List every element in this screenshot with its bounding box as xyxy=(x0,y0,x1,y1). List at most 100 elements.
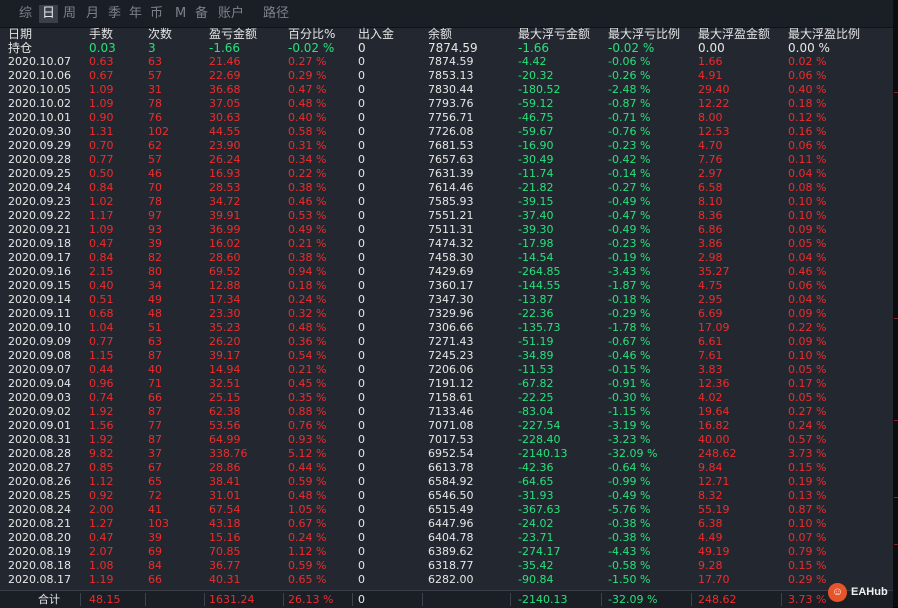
cell-balance: 6318.77 xyxy=(428,559,474,572)
table-row[interactable]: 2020.09.24 0.84 70 28.53 0.38 % 0 7614.46 -21.8… xyxy=(0,181,893,195)
table-row[interactable]: 2020.09.09 0.77 63 26.20 0.36 % 0 7271.43 -51.1… xyxy=(0,335,893,349)
cell-balance: 7874.59 xyxy=(428,55,474,68)
cell-pct: 0.27 % xyxy=(288,55,327,68)
table-row[interactable]: 2020.09.29 0.70 62 23.90 0.31 % 0 7681.53 -16.9… xyxy=(0,139,893,153)
table-row[interactable]: 2020.09.10 1.04 51 35.23 0.48 % 0 7306.66 -135.… xyxy=(0,321,893,335)
cell-inout: 0 xyxy=(358,447,365,460)
tab-9[interactable]: 账户 xyxy=(218,5,244,23)
cell-max-float-profit-pct: 0.17 % xyxy=(788,377,827,390)
cell-count: 31 xyxy=(148,83,162,96)
cell-max-float-loss: -227.54 xyxy=(518,419,561,432)
cell-pct: 0.48 % xyxy=(288,321,327,334)
position-row[interactable]: 持仓 0.03 3 -1.66 -0.02 % 0 7874.59 -1.66 -0.02 % 0… xyxy=(0,41,893,55)
total-lots: 48.15 xyxy=(89,593,121,606)
cell-max-float-loss: -31.93 xyxy=(518,489,554,502)
table-row[interactable]: 2020.09.11 0.68 48 23.30 0.32 % 0 7329.96 -22.3… xyxy=(0,307,893,321)
table-row[interactable]: 2020.08.20 0.47 39 15.16 0.24 % 0 6404.78 -23.7… xyxy=(0,531,893,545)
column-header-max-float-loss-pct[interactable]: 最大浮亏比例 xyxy=(608,28,680,41)
cell-date: 2020.08.28 xyxy=(8,447,71,460)
cell-max-float-loss-pct: -3.43 % xyxy=(608,265,651,278)
cell-inout: 0 xyxy=(358,573,365,586)
table-row[interactable]: 2020.08.26 1.12 65 38.41 0.59 % 0 6584.92 -64.6… xyxy=(0,475,893,489)
tab-4[interactable]: 季 xyxy=(108,5,121,23)
total-pnl: 1631.24 xyxy=(209,593,255,606)
table-row[interactable]: 2020.10.02 1.09 78 37.05 0.48 % 0 7793.76 -59.1… xyxy=(0,97,893,111)
column-header-date[interactable]: 日期 xyxy=(8,28,32,41)
tab-1[interactable]: 日 xyxy=(39,5,59,23)
cell-pct: 0.32 % xyxy=(288,307,327,320)
cell-date: 2020.09.09 xyxy=(8,335,71,348)
table-row[interactable]: 2020.09.17 0.84 82 28.60 0.38 % 0 7458.30 -14.5… xyxy=(0,251,893,265)
table-row[interactable]: 2020.08.17 1.19 66 40.31 0.65 % 0 6282.00 -90.8… xyxy=(0,573,893,587)
tab-10[interactable]: 路径 xyxy=(263,5,289,23)
table-row[interactable]: 2020.09.07 0.44 40 14.94 0.21 % 0 7206.06 -11.5… xyxy=(0,363,893,377)
cell-max-float-profit-pct: 0.05 % xyxy=(788,237,827,250)
column-header-pct[interactable]: 百分比% xyxy=(288,28,335,41)
cell-inout: 0 xyxy=(358,265,365,278)
tab-6[interactable]: 币 xyxy=(150,5,163,23)
table-row[interactable]: 2020.09.22 1.17 97 39.91 0.53 % 0 7551.21 -37.4… xyxy=(0,209,893,223)
column-header-max-float-loss[interactable]: 最大浮亏金额 xyxy=(518,28,590,41)
tab-5[interactable]: 年 xyxy=(129,5,142,23)
cell-pnl: 25.15 xyxy=(209,391,241,404)
table-row[interactable]: 2020.09.15 0.40 34 12.88 0.18 % 0 7360.17 -144.… xyxy=(0,279,893,293)
table-row[interactable]: 2020.09.16 2.15 80 69.52 0.94 % 0 7429.69 -264.… xyxy=(0,265,893,279)
cell-inout: 0 xyxy=(358,363,365,376)
cell-balance: 7614.46 xyxy=(428,181,474,194)
table-row[interactable]: 2020.09.18 0.47 39 16.02 0.21 % 0 7474.32 -17.9… xyxy=(0,237,893,251)
column-header-inout[interactable]: 出入金 xyxy=(358,28,394,41)
table-row[interactable]: 2020.09.14 0.51 49 17.34 0.24 % 0 7347.30 -13.8… xyxy=(0,293,893,307)
table-row[interactable]: 2020.08.31 1.92 87 64.99 0.93 % 0 7017.53 -228.… xyxy=(0,433,893,447)
column-header-lots[interactable]: 手数 xyxy=(89,28,113,41)
tab-bar: 综日周月季年币 M 备账户 路径 xyxy=(0,0,893,28)
table-row[interactable]: 2020.09.23 1.02 78 34.72 0.46 % 0 7585.93 -39.1… xyxy=(0,195,893,209)
table-row[interactable]: 2020.09.04 0.96 71 32.51 0.45 % 0 7191.12 -67.8… xyxy=(0,377,893,391)
column-header-pnl[interactable]: 盈亏金额 xyxy=(209,28,257,41)
table-row[interactable]: 2020.08.27 0.85 67 28.86 0.44 % 0 6613.78 -42.3… xyxy=(0,461,893,475)
cell-pnl: 17.34 xyxy=(209,293,241,306)
table-row[interactable]: 2020.10.07 0.63 63 21.46 0.27 % 0 7874.59 -4.42… xyxy=(0,55,893,69)
column-header-balance[interactable]: 余额 xyxy=(428,28,452,41)
position-pnl: -1.66 xyxy=(209,41,241,55)
cell-max-float-profit-pct: 0.09 % xyxy=(788,223,827,236)
table-row[interactable]: 2020.08.28 9.82 37 338.76 5.12 % 0 6952.54 -214… xyxy=(0,447,893,461)
tab-8[interactable]: 备 xyxy=(195,5,208,23)
table-row[interactable]: 2020.09.21 1.09 93 36.99 0.49 % 0 7511.31 -39.3… xyxy=(0,223,893,237)
cell-count: 48 xyxy=(148,307,162,320)
table-row[interactable]: 2020.09.02 1.92 87 62.38 0.88 % 0 7133.46 -83.0… xyxy=(0,405,893,419)
table-row[interactable]: 2020.09.25 0.50 46 16.93 0.22 % 0 7631.39 -11.7… xyxy=(0,167,893,181)
cell-date: 2020.10.01 xyxy=(8,111,71,124)
table-row[interactable]: 2020.10.05 1.09 31 36.68 0.47 % 0 7830.44 -180.… xyxy=(0,83,893,97)
column-header-max-float-profit-pct[interactable]: 最大浮盈比例 xyxy=(788,28,860,41)
cell-balance: 7245.23 xyxy=(428,349,474,362)
cell-date: 2020.09.10 xyxy=(8,321,71,334)
tab-3[interactable]: 月 xyxy=(86,5,99,23)
cell-max-float-profit-pct: 0.19 % xyxy=(788,475,827,488)
cell-max-float-profit: 7.76 xyxy=(698,153,723,166)
tab-0[interactable]: 综 xyxy=(19,5,32,23)
cell-pnl: 62.38 xyxy=(209,405,241,418)
table-row[interactable]: 2020.08.25 0.92 72 31.01 0.48 % 0 6546.50 -31.9… xyxy=(0,489,893,503)
table-row[interactable]: 2020.09.30 1.31 102 44.55 0.58 % 0 7726.08 -59.… xyxy=(0,125,893,139)
tab-7[interactable]: M xyxy=(175,5,186,23)
table-row[interactable]: 2020.09.08 1.15 87 39.17 0.54 % 0 7245.23 -34.8… xyxy=(0,349,893,363)
cell-max-float-loss: -22.36 xyxy=(518,307,554,320)
cell-max-float-profit: 8.36 xyxy=(698,209,723,222)
cell-max-float-loss-pct: -0.49 % xyxy=(608,489,651,502)
table-row[interactable]: 2020.09.01 1.56 77 53.56 0.76 % 0 7071.08 -227.… xyxy=(0,419,893,433)
cell-inout: 0 xyxy=(358,97,365,110)
table-row[interactable]: 2020.08.19 2.07 69 70.85 1.12 % 0 6389.62 -274.… xyxy=(0,545,893,559)
table-row[interactable]: 2020.09.03 0.74 66 25.15 0.35 % 0 7158.61 -22.2… xyxy=(0,391,893,405)
cell-pct: 0.53 % xyxy=(288,209,327,222)
cell-max-float-profit-pct: 0.05 % xyxy=(788,391,827,404)
table-row[interactable]: 2020.08.24 2.00 41 67.54 1.05 % 0 6515.49 -367.… xyxy=(0,503,893,517)
position-max-float-loss: -1.66 xyxy=(518,41,550,55)
table-row[interactable]: 2020.08.21 1.27 103 43.18 0.67 % 0 6447.96 -24.… xyxy=(0,517,893,531)
column-header-count[interactable]: 次数 xyxy=(148,28,172,41)
column-header-max-float-profit[interactable]: 最大浮盈金额 xyxy=(698,28,770,41)
table-row[interactable]: 2020.09.28 0.77 57 26.24 0.34 % 0 7657.63 -30.4… xyxy=(0,153,893,167)
tab-2[interactable]: 周 xyxy=(63,5,76,23)
table-row[interactable]: 2020.10.06 0.67 57 22.69 0.29 % 0 7853.13 -20.3… xyxy=(0,69,893,83)
table-row[interactable]: 2020.10.01 0.90 76 30.63 0.40 % 0 7756.71 -46.7… xyxy=(0,111,893,125)
table-row[interactable]: 2020.08.18 1.08 84 36.77 0.59 % 0 6318.77 -35.4… xyxy=(0,559,893,573)
